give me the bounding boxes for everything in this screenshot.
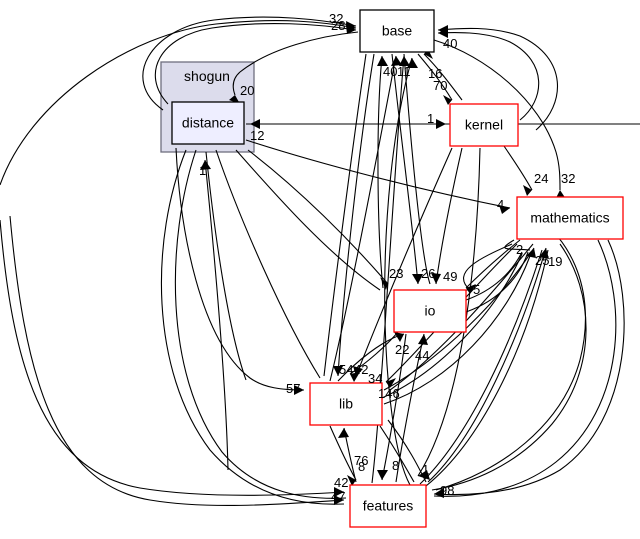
node-lib-label: lib xyxy=(339,396,353,412)
node-features-label: features xyxy=(363,498,414,514)
edge-io-to-features-8-arrow xyxy=(377,470,388,480)
edge-mathematics-to-io-2b xyxy=(460,243,513,291)
node-kernel[interactable]: kernel xyxy=(449,103,519,147)
edge-label-io-49: 49 xyxy=(443,269,457,284)
edge-label-base-40: 40 xyxy=(383,64,397,79)
edge-lib-to-base-11 xyxy=(329,55,397,382)
node-mathematics[interactable]: mathematics xyxy=(516,196,624,240)
edge-label-lib-54: 54 xyxy=(339,362,353,377)
edge-cluster-left-long-b xyxy=(174,149,347,499)
edge-label-feat-1: 1 xyxy=(422,462,429,477)
edge-label-lib-57: 57 xyxy=(286,381,300,396)
edge-distance-thin-b xyxy=(215,149,321,379)
edge-label-feat-98: 98 xyxy=(440,483,454,498)
edge-label-io-44: 44 xyxy=(415,348,429,363)
edge-label-kernel-1: 1 xyxy=(427,111,434,126)
edge-label-base-11: 11 xyxy=(397,64,411,79)
cluster-shogun-label: shogun xyxy=(184,68,230,84)
node-mathematics-label: mathematics xyxy=(530,210,609,226)
edge-label-math-4: 4 xyxy=(497,197,504,212)
edge-label-base-right: 40 xyxy=(443,36,457,51)
edge-label-io-26: 26 xyxy=(421,266,435,281)
node-distance-label: distance xyxy=(182,115,234,131)
node-distance[interactable]: distance xyxy=(171,101,245,145)
edge-label-lib-42: 42 xyxy=(354,362,368,377)
edge-label-distance-12: 12 xyxy=(250,128,264,143)
edge-label-math-32: 32 xyxy=(561,171,575,186)
edge-features-to-lib-76-arrow xyxy=(338,428,349,438)
edge-label-base-70: 70 xyxy=(433,78,447,93)
edge-distance-to-lib-57 xyxy=(175,147,305,391)
edge-features-to-distance-1 xyxy=(204,159,229,471)
edge-distance-to-features-47 xyxy=(9,215,345,507)
node-base-label: base xyxy=(382,23,413,39)
edge-distance-to-features-42 xyxy=(0,219,345,496)
edge-label-math-24: 24 xyxy=(534,171,548,186)
edge-kernel-to-mathematics-24 xyxy=(503,145,533,191)
edge-label-io-5: 5 xyxy=(473,282,480,297)
edge-label-distance-1: 1 xyxy=(199,163,206,178)
edge-label-io-23: 23 xyxy=(389,266,403,281)
edge-io-to-base-40 xyxy=(377,55,384,289)
edge-label-lib-34: 34 xyxy=(368,371,382,386)
node-base[interactable]: base xyxy=(359,9,435,53)
dependency-graph-svg: shogun base distance kernel mathematics … xyxy=(0,9,640,528)
edge-label-feat-8a: 8 xyxy=(358,459,365,474)
node-io[interactable]: io xyxy=(393,289,467,333)
edge-label-math-2: 2 xyxy=(516,242,523,257)
node-io-label: io xyxy=(425,303,436,319)
edge-label-feat-42: 42 xyxy=(334,475,348,490)
edge-label-base-in-b: 28 xyxy=(331,18,345,33)
edge-distance-thin-a xyxy=(235,149,381,291)
edge-label-distance-20: 20 xyxy=(240,83,254,98)
edge-label-io-22: 22 xyxy=(395,342,409,357)
edge-label-lib-146: 146 xyxy=(378,386,400,401)
edge-cluster-left-long-a xyxy=(160,149,345,505)
edge-right-sweep-c xyxy=(433,239,617,497)
edge-features-right-fan-b xyxy=(419,249,543,485)
edge-label-feat-8b: 8 xyxy=(392,458,399,473)
edge-kernel-to-io-49 xyxy=(435,147,463,285)
edge-label-feat-47: 47 xyxy=(331,489,345,504)
edge-distance-to-io-23 xyxy=(247,149,389,285)
edge-mathematics-to-features-98 xyxy=(433,239,625,496)
edge-distance-thin-c xyxy=(205,151,247,381)
edge-label-math-19: 19 xyxy=(548,254,562,269)
edge-base-fan-a xyxy=(323,53,367,377)
node-features[interactable]: features xyxy=(349,484,427,528)
node-lib[interactable]: lib xyxy=(309,382,383,426)
node-kernel-label: kernel xyxy=(465,117,503,133)
dependency-graph-canvas: shogun base distance kernel mathematics … xyxy=(0,0,640,539)
